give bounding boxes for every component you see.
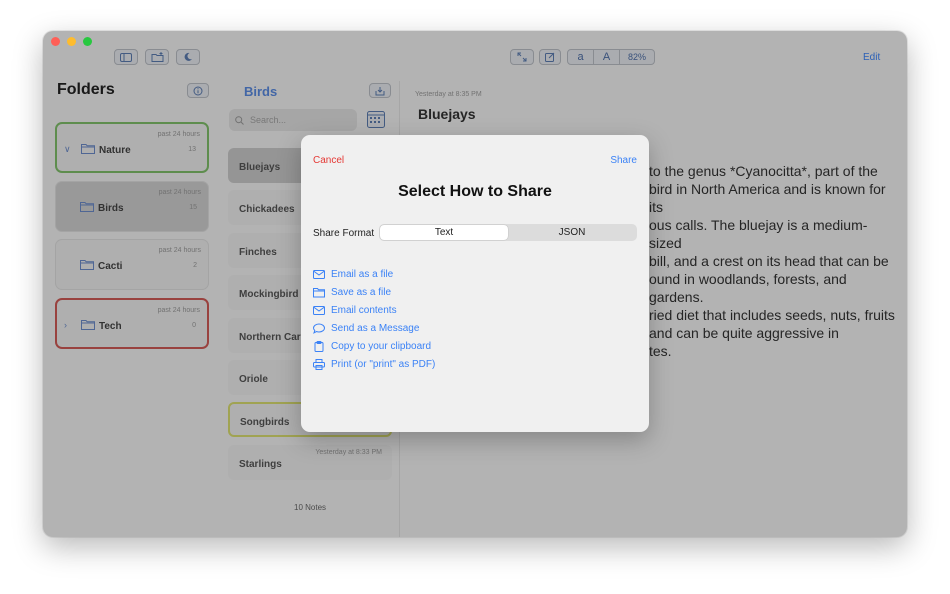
format-json-segment[interactable]: JSON — [508, 225, 636, 240]
option-label: Print (or "print" as PDF) — [331, 359, 436, 370]
option-label: Email as a file — [331, 269, 394, 280]
share-dialog: Cancel Share Select How to Share Share F… — [301, 135, 649, 432]
minimize-window-button[interactable] — [67, 37, 76, 46]
app-window: a A 82% Edit Folders ∨ Nature past 24 ho… — [43, 31, 907, 537]
envelope-icon — [313, 270, 325, 279]
option-label: Copy to your clipboard — [331, 341, 432, 352]
window-controls — [51, 37, 92, 46]
print-option[interactable]: Print (or "print" as PDF) — [313, 359, 435, 370]
format-text-segment[interactable]: Text — [380, 225, 508, 240]
message-bubble-icon — [313, 323, 325, 334]
option-label: Send as a Message — [331, 323, 420, 334]
folder-icon — [313, 288, 325, 298]
email-as-file-option[interactable]: Email as a file — [313, 269, 393, 280]
dialog-title: Select How to Share — [398, 183, 552, 200]
share-format-picker: Text JSON — [379, 224, 637, 241]
maximize-window-button[interactable] — [83, 37, 92, 46]
share-button[interactable]: Share — [610, 155, 637, 166]
cancel-button[interactable]: Cancel — [313, 155, 344, 166]
copy-to-clipboard-option[interactable]: Copy to your clipboard — [313, 341, 431, 352]
save-as-file-option[interactable]: Save as a file — [313, 287, 391, 298]
envelope-icon — [313, 306, 325, 315]
email-contents-option[interactable]: Email contents — [313, 305, 397, 316]
printer-icon — [313, 359, 325, 370]
close-window-button[interactable] — [51, 37, 60, 46]
clipboard-icon — [314, 341, 324, 352]
share-format-label: Share Format — [313, 228, 375, 239]
option-label: Save as a file — [331, 287, 392, 298]
option-label: Email contents — [331, 305, 397, 316]
send-as-message-option[interactable]: Send as a Message — [313, 323, 419, 334]
